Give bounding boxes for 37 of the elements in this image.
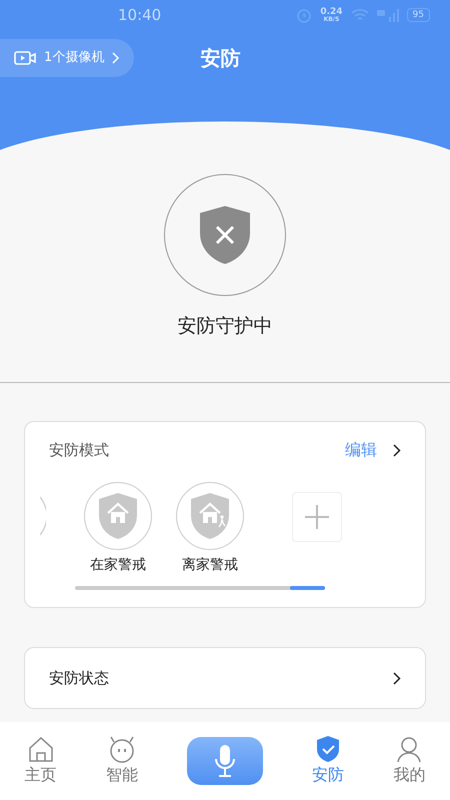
alarm-icon — [296, 7, 312, 23]
shield-house-icon — [188, 491, 232, 541]
page-title: 安防 — [200, 45, 240, 72]
tab[interactable]: 智能 — [106, 735, 138, 787]
signal-icon — [376, 8, 399, 22]
chevron-right-icon — [393, 672, 401, 684]
battery-indicator: 95 — [406, 8, 430, 22]
guard-status-text: 安防守护中 — [178, 314, 272, 339]
add-mode-button[interactable] — [292, 492, 342, 542]
card-title: 安防模式 — [49, 440, 109, 461]
microphone-icon — [214, 744, 236, 778]
tab[interactable]: 主页 — [24, 735, 57, 787]
chevron-right-icon — [112, 52, 120, 64]
mode-label: 在家警戒 — [90, 556, 146, 574]
network-speed: 0.24 — [320, 8, 343, 16]
mode-button[interactable] — [176, 482, 244, 550]
person-icon — [395, 735, 424, 763]
guard-status-button[interactable] — [164, 174, 286, 296]
house-icon — [26, 735, 55, 763]
status-time: 10:40 — [118, 4, 162, 26]
shield-check-icon — [315, 735, 342, 763]
mode-circle-edge — [40, 496, 46, 536]
mode-button[interactable] — [84, 482, 152, 550]
robot-face-icon — [108, 735, 136, 763]
mode-label: 离家警戒 — [182, 556, 238, 574]
wifi-icon — [350, 8, 369, 22]
tab[interactable]: 安防 — [312, 735, 344, 787]
shield-house-icon — [96, 491, 140, 541]
tab[interactable]: 我的 — [393, 735, 426, 787]
voice-button[interactable] — [186, 737, 263, 785]
plus-icon — [304, 504, 330, 530]
chevron-right-icon — [393, 444, 401, 456]
edit-link[interactable]: 编辑 — [345, 438, 377, 462]
shield-x-icon — [198, 204, 252, 266]
status-row[interactable]: 安防状态 — [24, 647, 426, 709]
camera-link[interactable]: 1个摄像机 — [0, 39, 134, 77]
video-camera-icon — [14, 51, 36, 65]
